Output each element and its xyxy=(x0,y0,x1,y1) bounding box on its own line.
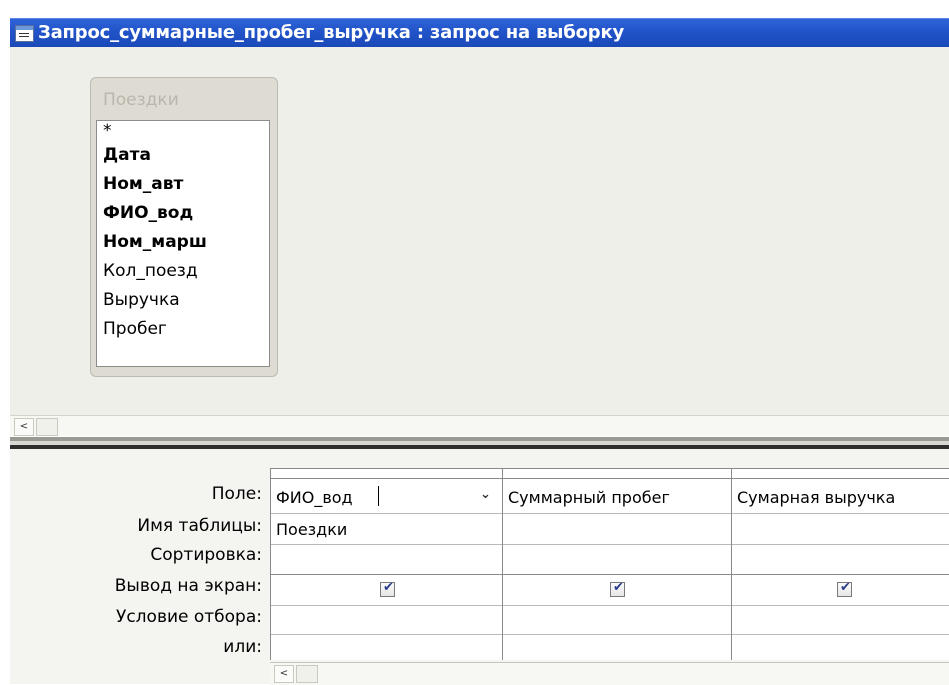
grid-row-divider xyxy=(270,634,949,635)
grid-column-divider[interactable] xyxy=(731,468,732,660)
table-field-list[interactable]: Поездки * Дата Ном_авт ФИО_вод Ном_марш … xyxy=(90,77,278,377)
show-checkbox[interactable]: ✔ xyxy=(610,580,625,597)
field-item-bus-number[interactable]: Ном_авт xyxy=(97,170,269,199)
window-title: Запрос_суммарные_пробег_выручка : запрос… xyxy=(38,22,624,43)
field-list-title[interactable]: Поездки xyxy=(103,90,179,110)
grid-field-cell[interactable]: Суммарный пробег xyxy=(508,488,670,507)
grid-top-border xyxy=(270,468,949,469)
field-list-box: * Дата Ном_авт ФИО_вод Ном_марш Кол_поез… xyxy=(96,120,270,367)
checkmark-icon: ✔ xyxy=(840,580,851,595)
grid-column-divider xyxy=(270,468,271,660)
query-design-pane: Поездки * Дата Ном_авт ФИО_вод Ном_марш … xyxy=(10,47,949,415)
column-selector-bottom xyxy=(270,478,949,479)
field-item-driver-name[interactable]: ФИО_вод xyxy=(97,199,269,228)
grid-field-cell[interactable]: ФИО_вод xyxy=(276,488,353,507)
query-table-icon[interactable] xyxy=(15,25,34,42)
row-label-or: или: xyxy=(223,637,262,657)
query-design-grid: ФИО_вод ⌄ Поездки ✔ Суммарный пробег ✔ С… xyxy=(270,468,949,660)
grid-field-cell[interactable]: Сумарная выручка xyxy=(737,488,895,507)
field-item-mileage[interactable]: Пробег xyxy=(97,315,269,344)
design-pane-scrollbar[interactable]: < xyxy=(10,415,949,436)
scroll-left-icon[interactable]: < xyxy=(274,665,294,683)
row-label-criteria: Условие отбора: xyxy=(115,607,262,627)
row-label-sort: Сортировка: xyxy=(150,545,262,565)
grid-row-divider xyxy=(270,513,949,514)
grid-scrollbar[interactable]: < xyxy=(270,662,949,685)
scroll-thumb[interactable] xyxy=(296,665,318,683)
scroll-left-icon[interactable]: < xyxy=(14,418,34,436)
field-item-date[interactable]: Дата xyxy=(97,141,269,170)
field-item-revenue[interactable]: Выручка xyxy=(97,286,269,315)
row-label-field: Поле: xyxy=(211,484,262,504)
grid-row-labels: Поле: Имя таблицы: Сортировка: Вывод на … xyxy=(10,449,262,684)
grid-row-divider xyxy=(270,574,949,575)
show-checkbox[interactable]: ✔ xyxy=(837,580,852,597)
field-item-route-number[interactable]: Ном_марш xyxy=(97,228,269,257)
show-checkbox[interactable]: ✔ xyxy=(380,580,395,597)
grid-row-divider xyxy=(270,605,949,606)
checkmark-icon: ✔ xyxy=(383,580,394,595)
grid-column-divider[interactable] xyxy=(502,468,503,660)
field-item-trip-count[interactable]: Кол_поезд xyxy=(97,257,269,286)
chevron-down-icon[interactable]: ⌄ xyxy=(480,487,491,502)
text-cursor xyxy=(378,486,379,506)
checkmark-icon: ✔ xyxy=(613,580,624,595)
grid-row-divider xyxy=(270,544,949,545)
grid-table-cell[interactable]: Поездки xyxy=(276,520,347,539)
window-title-bar[interactable]: Запрос_суммарные_пробег_выручка : запрос… xyxy=(10,18,949,47)
scroll-thumb[interactable] xyxy=(36,418,58,436)
field-item-all[interactable]: * xyxy=(97,121,269,141)
row-label-show: Вывод на экран: xyxy=(114,576,262,596)
row-label-table: Имя таблицы: xyxy=(137,516,262,536)
